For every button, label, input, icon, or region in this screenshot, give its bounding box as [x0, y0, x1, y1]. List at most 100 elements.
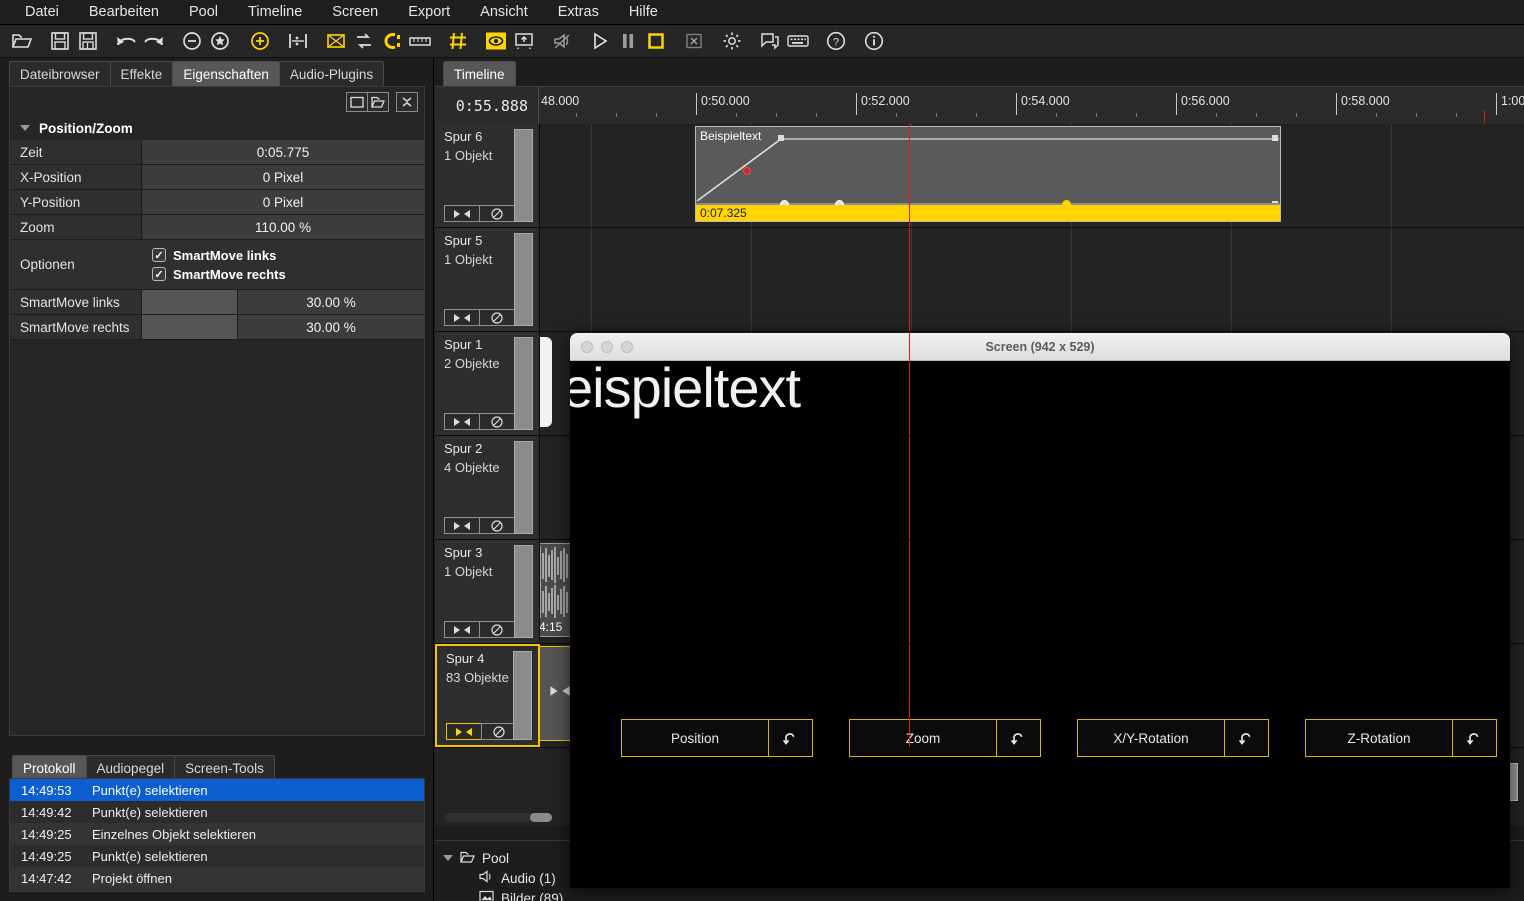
ruler-icon[interactable]	[406, 28, 433, 55]
track-height-slider[interactable]	[514, 337, 533, 430]
tab-screen-tools[interactable]: Screen-Tools	[174, 755, 275, 780]
track-row-spur-5[interactable]: Spur 5 1 Objekt	[435, 228, 1524, 332]
playhead-ruler-marker[interactable]	[1484, 110, 1485, 123]
menu-item-datei[interactable]: Datei	[10, 0, 74, 25]
timecode-display[interactable]: 0:55.888	[435, 87, 539, 124]
xy-rotation-button-label[interactable]: X/Y-Rotation	[1078, 720, 1224, 756]
shuffle-icon[interactable]	[350, 28, 377, 55]
zoom-button-group[interactable]: Zoom	[849, 719, 1041, 757]
zoom-reset-icon[interactable]	[996, 720, 1040, 756]
pool-item-bilder[interactable]: Bilder (89)	[435, 888, 1524, 901]
playhead[interactable]	[909, 644, 910, 747]
new-folder-icon[interactable]	[346, 91, 368, 112]
tab-timeline[interactable]: Timeline	[443, 61, 516, 86]
track-body[interactable]: Beispieltext 0:07.325	[540, 124, 1524, 227]
playhead[interactable]	[909, 332, 910, 435]
list-item[interactable]: 14:49:42 Punkt(e) selektieren	[10, 801, 424, 823]
track-disable-icon[interactable]	[479, 413, 515, 430]
timeline-clip-beispieltext[interactable]: Beispieltext 0:07.325	[695, 126, 1281, 222]
crossfade-icon[interactable]	[322, 28, 349, 55]
info-icon[interactable]	[860, 28, 887, 55]
xy-rotation-button-group[interactable]: X/Y-Rotation	[1077, 719, 1269, 757]
tab-audiopegel[interactable]: Audiopegel	[85, 755, 176, 780]
track-disable-icon[interactable]	[479, 309, 515, 326]
track-fit-icon[interactable]	[444, 309, 480, 326]
save-icon[interactable]	[46, 28, 73, 55]
comment-icon[interactable]	[756, 28, 783, 55]
z-rotation-reset-icon[interactable]	[1452, 720, 1496, 756]
track-fit-icon[interactable]	[446, 723, 482, 740]
list-item[interactable]: 14:49:25 Einzelnes Objekt selektieren	[10, 823, 424, 845]
track-disable-icon[interactable]	[479, 517, 515, 534]
property-value-zeit[interactable]: 0:05.775	[141, 140, 424, 164]
menu-item-export[interactable]: Export	[393, 0, 465, 25]
keyframe-handle[interactable]	[778, 135, 784, 141]
track-height-slider[interactable]	[514, 441, 533, 534]
track-header[interactable]: Spur 2 4 Objekte	[435, 436, 540, 539]
track-height-slider[interactable]	[513, 651, 532, 740]
track-header-selected[interactable]: Spur 4 83 Objekte	[435, 644, 540, 747]
pause-icon[interactable]	[614, 28, 641, 55]
track-fit-icon[interactable]	[444, 413, 480, 430]
checkbox-smartmove-rechts[interactable]: ✓ SmartMove rechts	[152, 267, 424, 282]
menu-item-ansicht[interactable]: Ansicht	[465, 0, 543, 25]
menu-item-extras[interactable]: Extras	[543, 0, 614, 25]
redo-icon[interactable]	[140, 28, 167, 55]
zoom-in-icon[interactable]	[246, 28, 273, 55]
tab-dateibrowser[interactable]: Dateibrowser	[9, 61, 111, 86]
timeline-clip-audio[interactable]: 4:15	[540, 543, 571, 637]
position-reset-icon[interactable]	[768, 720, 812, 756]
property-value-y-position[interactable]: 0 Pixel	[141, 190, 424, 214]
zoom-out-icon[interactable]	[178, 28, 205, 55]
track-height-slider[interactable]	[514, 233, 533, 326]
stop-icon[interactable]	[642, 28, 669, 55]
keyframe-handle[interactable]	[1272, 135, 1278, 141]
save-as-icon[interactable]	[74, 28, 101, 55]
timeline-horizontal-scrollbar[interactable]	[444, 813, 552, 822]
property-value-x-position[interactable]: 0 Pixel	[141, 165, 424, 189]
track-fit-icon[interactable]	[444, 517, 480, 534]
property-value-smartmove-rechts[interactable]: 30.00 %	[237, 315, 424, 339]
track-row-spur-6[interactable]: Spur 6 1 Objekt Beispieltext 0:07.325	[435, 124, 1524, 228]
track-header[interactable]: Spur 3 1 Objekt	[435, 540, 540, 643]
track-disable-icon[interactable]	[479, 621, 515, 638]
tab-audio-plugins[interactable]: Audio-Plugins	[278, 61, 385, 86]
cut-marker-icon[interactable]	[378, 28, 405, 55]
ruler-scale[interactable]: 48.000 0:50.000 0:52.000 0:54.000 0:56.0…	[540, 87, 1524, 124]
track-disable-icon[interactable]	[479, 205, 515, 222]
play-icon[interactable]	[586, 28, 613, 55]
checkmark-icon[interactable]: ✓	[152, 267, 166, 281]
menu-item-pool[interactable]: Pool	[174, 0, 233, 25]
track-fit-icon[interactable]	[444, 621, 480, 638]
track-fit-icon[interactable]	[444, 205, 480, 222]
track-header[interactable]: Spur 5 1 Objekt	[435, 228, 540, 331]
menu-item-timeline[interactable]: Timeline	[233, 0, 317, 25]
smartmove-rechts-slider[interactable]	[141, 315, 237, 339]
track-height-slider[interactable]	[514, 129, 533, 222]
position-button-group[interactable]: Position	[621, 719, 813, 757]
screen-preview-window[interactable]: Screen (942 x 529) eispieltext Position …	[570, 333, 1510, 888]
playhead[interactable]	[909, 540, 910, 643]
menu-item-bearbeiten[interactable]: Bearbeiten	[74, 0, 174, 25]
close-preview-icon[interactable]	[680, 28, 707, 55]
tab-protokoll[interactable]: Protokoll	[12, 755, 87, 780]
smartmove-links-slider[interactable]	[141, 290, 237, 314]
xy-rotation-reset-icon[interactable]	[1224, 720, 1268, 756]
checkbox-smartmove-links[interactable]: ✓ SmartMove links	[152, 248, 424, 263]
zoom-button-label[interactable]: Zoom	[850, 720, 996, 756]
playhead[interactable]	[909, 228, 910, 331]
track-body[interactable]	[540, 228, 1524, 331]
undo-icon[interactable]	[112, 28, 139, 55]
grid-icon[interactable]	[444, 28, 471, 55]
audio-mute-icon[interactable]	[548, 28, 575, 55]
track-header[interactable]: Spur 1 2 Objekte	[435, 332, 540, 435]
track-header[interactable]: Spur 6 1 Objekt	[435, 124, 540, 227]
timeline-clip-partial[interactable]	[540, 337, 552, 427]
section-disclosure-triangle-icon[interactable]	[20, 125, 30, 131]
menu-item-hilfe[interactable]: Hilfe	[614, 0, 673, 25]
track-disable-icon[interactable]	[481, 723, 517, 740]
playhead[interactable]	[909, 124, 910, 227]
open-folder-icon[interactable]	[367, 91, 389, 112]
tab-eigenschaften[interactable]: Eigenschaften	[172, 61, 280, 86]
clip-duration-bar[interactable]: 0:07.325	[696, 205, 1280, 221]
